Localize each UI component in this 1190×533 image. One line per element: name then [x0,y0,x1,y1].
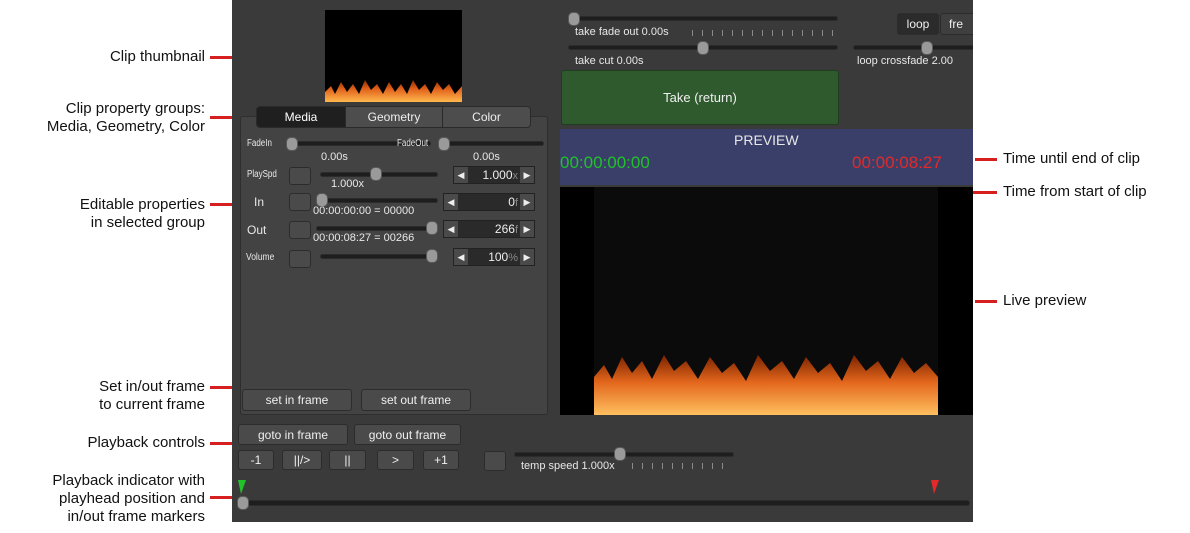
playspd-stepper-value: 1.000 [482,168,513,182]
preview-time-until-end: 00:00:08:27 [852,153,942,172]
take-fade-out-slider[interactable] [568,16,838,21]
volume-stepper[interactable]: ◀ 100% ▶ [453,248,535,266]
triangle-left-icon[interactable]: ◀ [444,221,458,237]
fadein-value: 0.00s [321,151,348,163]
temp-speed-ticks [632,463,728,469]
annotation-playback-controls: Playback controls [87,434,205,451]
preview-title: PREVIEW [734,132,799,148]
triangle-right-icon[interactable]: ▶ [520,221,534,237]
playspd-label: PlaySpd [247,169,277,180]
playspd-stepper-unit: x [512,170,519,182]
live-preview-frame [594,187,938,415]
loop-crossfade-slider-thumb[interactable] [921,41,933,55]
fadein-label: FadeIn [247,138,272,149]
out-stepper[interactable]: ◀ 266f ▶ [443,220,535,238]
volume-slider[interactable] [320,254,438,259]
volume-slider-thumb[interactable] [426,249,438,263]
out-checkbox[interactable] [289,221,311,239]
in-stepper-value: 0 [508,195,515,209]
fadein-slider-thumb[interactable] [286,137,298,151]
play-pause-toggle-button[interactable]: ||/> [282,450,322,470]
out-label: Out [247,223,267,237]
fadeout-slider[interactable] [438,141,544,146]
goto-in-frame-button[interactable]: goto in frame [238,424,348,445]
annotation-editable-properties: Editable properties in selected group [79,196,205,231]
live-preview [560,187,973,415]
fadeout-label: FadeOut [397,138,429,149]
loop-crossfade-label: loop crossfade 2.00 [857,55,954,67]
volume-checkbox[interactable] [289,250,311,268]
annotation-line-live-preview [975,300,997,303]
triangle-left-icon[interactable]: ◀ [454,249,468,265]
set-in-frame-button[interactable]: set in frame [242,389,352,411]
fire-thumbnail-image [325,80,462,102]
out-slider[interactable] [316,226,438,231]
annotation-clip-property-groups: Clip property groups: Media, Geometry, C… [46,100,205,135]
volume-stepper-value: 100 [488,250,509,264]
temp-speed-slider-thumb[interactable] [614,447,626,461]
playspd-slider-thumb[interactable] [370,167,382,181]
playspd-value: 1.000x [331,178,365,190]
annotation-time-from-start: Time from start of clip [1003,183,1147,200]
loop-crossfade-slider[interactable] [853,45,973,50]
green-flag-marker-icon [238,480,246,494]
annotation-playback-indicator: Playback indicator with playhead positio… [52,472,205,525]
temp-speed-label: temp speed 1.000x [521,460,615,472]
step-back-button[interactable]: -1 [238,450,274,470]
out-slider-thumb[interactable] [426,221,438,235]
red-flag-marker-icon [931,480,939,494]
annotation-live-preview: Live preview [1003,292,1087,309]
out-value: 00:00:08:27 = 00266 [313,232,415,244]
take-fade-out-label: take fade out 0.00s [575,26,669,38]
playhead-track[interactable] [240,500,970,506]
triangle-right-icon[interactable]: ▶ [520,249,534,265]
set-out-frame-button[interactable]: set out frame [361,389,471,411]
app-window: take fade out 0.00s take cut 0.00s Take … [232,0,973,522]
step-forward-button[interactable]: +1 [423,450,459,470]
triangle-right-icon[interactable]: ▶ [520,194,534,210]
volume-label: Volume [246,252,275,263]
take-button[interactable]: Take (return) [561,70,839,125]
temp-speed-checkbox[interactable] [484,451,506,471]
tab-media[interactable]: Media [257,107,345,127]
in-stepper[interactable]: ◀ 0f ▶ [443,193,535,211]
in-slider[interactable] [316,198,438,203]
triangle-left-icon[interactable]: ◀ [444,194,458,210]
tab-color[interactable]: Color [442,107,530,127]
in-checkbox[interactable] [289,193,311,211]
take-cut-label: take cut 0.00s [575,55,644,67]
in-stepper-unit: f [514,197,518,209]
tab-bar: Media Geometry Color [256,106,531,128]
play-button[interactable]: > [377,450,414,470]
triangle-right-icon[interactable]: ▶ [520,167,534,183]
volume-stepper-unit: % [508,252,518,264]
annotation-set-inout: Set in/out frame to current frame [99,378,205,413]
fadeout-slider-thumb[interactable] [438,137,450,151]
annotation-clip-thumbnail: Clip thumbnail [109,48,205,65]
take-fade-out-slider-thumb[interactable] [568,12,580,26]
playhead-thumb[interactable] [237,496,249,510]
playspd-stepper[interactable]: ◀ 1.000x ▶ [453,166,535,184]
clip-thumbnail[interactable] [325,10,462,102]
annotation-time-until-end: Time until end of clip [1003,150,1141,167]
free-button[interactable]: fre [940,13,973,35]
in-value: 00:00:00:00 = 00000 [313,205,415,217]
fadeout-value: 0.00s [473,151,500,163]
annotation-line-time-until-end [975,158,997,161]
playspd-checkbox[interactable] [289,167,311,185]
preview-time-from-start: 00:00:00:00 [560,153,650,172]
out-stepper-unit: f [514,224,518,236]
goto-out-frame-button[interactable]: goto out frame [354,424,461,445]
take-cut-slider-thumb[interactable] [697,41,709,55]
tab-geometry[interactable]: Geometry [345,107,442,127]
in-label: In [254,195,265,209]
take-fade-out-ticks [692,30,838,36]
triangle-left-icon[interactable]: ◀ [454,167,468,183]
fire-preview-image [594,355,938,415]
loop-button[interactable]: loop [897,13,939,35]
out-stepper-value: 266 [494,222,515,236]
pause-button[interactable]: || [329,450,366,470]
